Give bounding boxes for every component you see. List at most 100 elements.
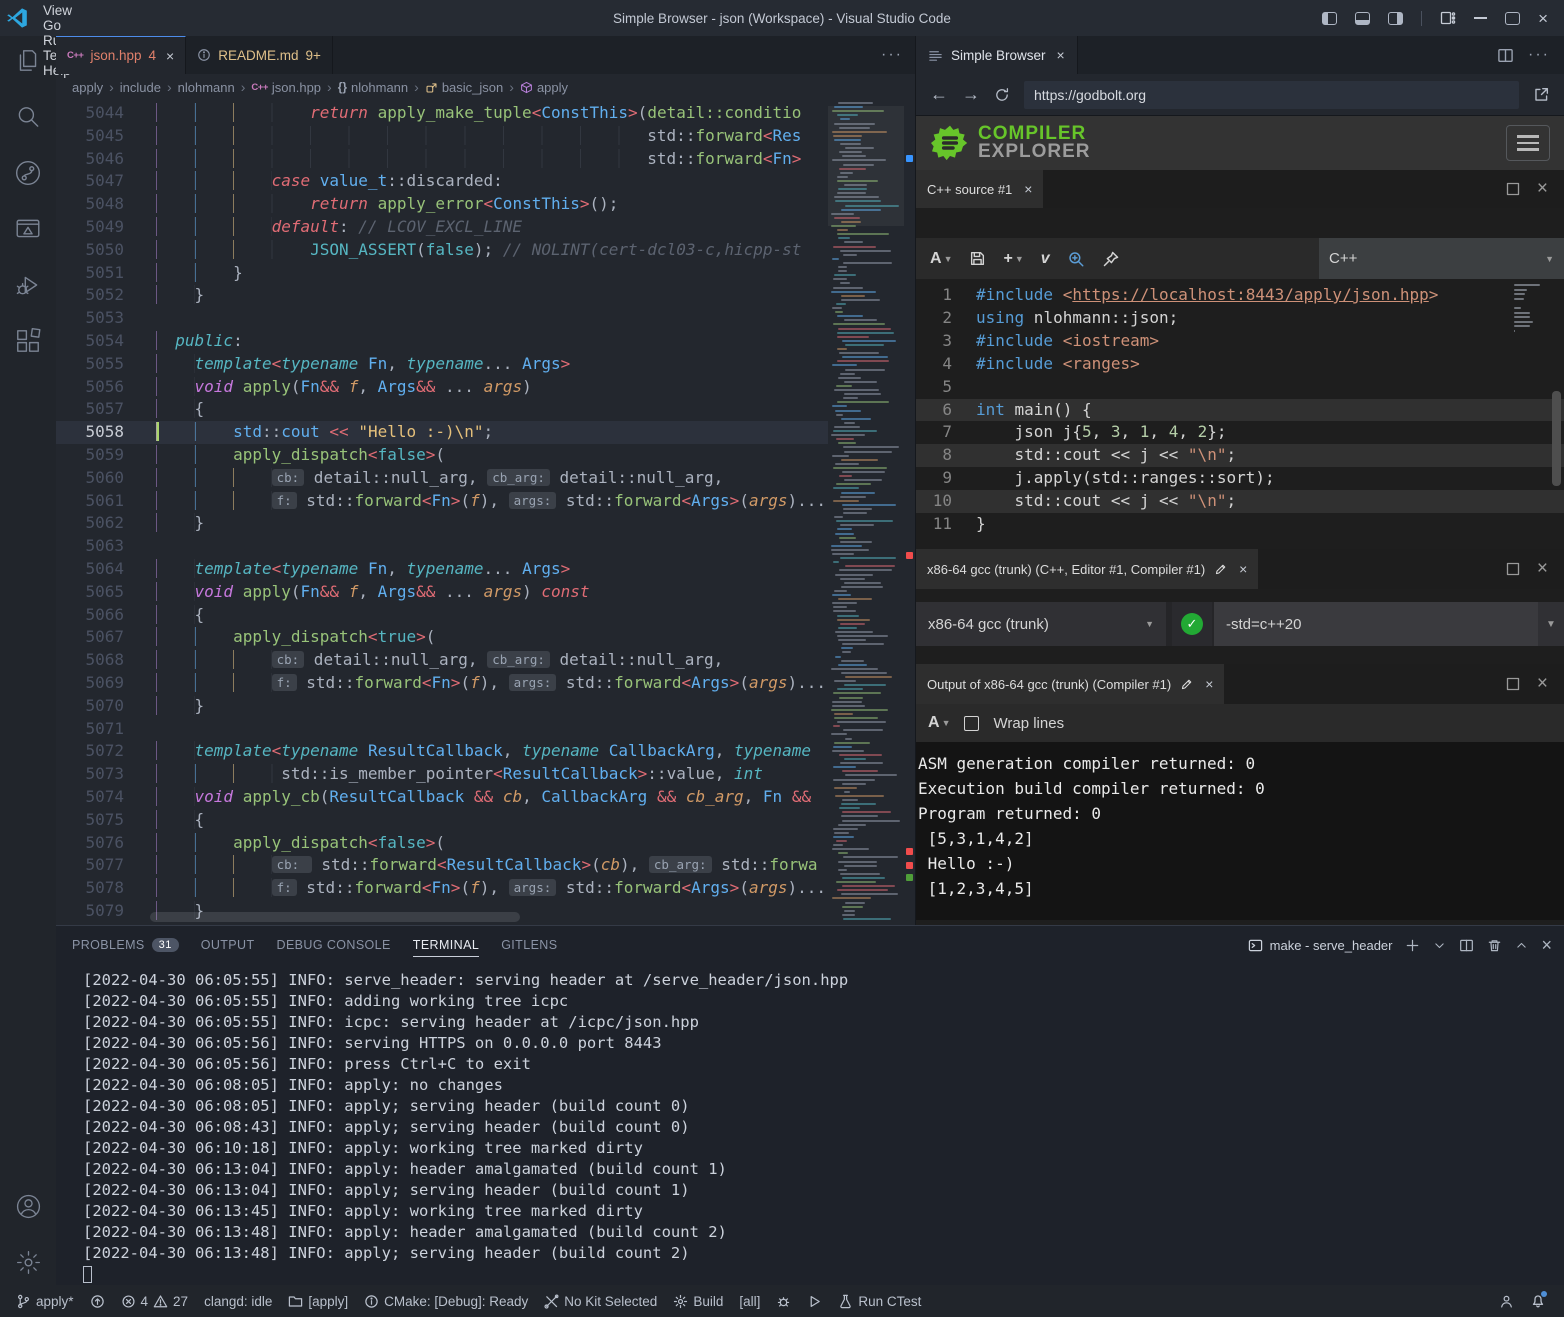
ce-logo[interactable]: COMPILER EXPLORER bbox=[930, 123, 1091, 163]
url-input[interactable]: https://godbolt.org bbox=[1024, 81, 1519, 109]
close-pane-icon[interactable]: × bbox=[1537, 673, 1548, 695]
toggle-panel-icon[interactable] bbox=[1355, 12, 1370, 25]
ce-code-line[interactable]: 1#include <https://localhost:8443/apply/… bbox=[916, 284, 1564, 307]
status-cmake-build[interactable]: Build bbox=[665, 1285, 731, 1317]
terminal-picker[interactable]: make - serve_header bbox=[1248, 938, 1393, 953]
ce-minimap[interactable] bbox=[1514, 284, 1542, 335]
split-terminal-icon[interactable] bbox=[1459, 938, 1474, 953]
browser-scrollbar[interactable] bbox=[1552, 391, 1561, 486]
reload-icon[interactable] bbox=[994, 87, 1010, 103]
status-publish[interactable] bbox=[82, 1285, 113, 1317]
terminal-dropdown-icon[interactable] bbox=[1433, 939, 1446, 952]
close-pane-icon[interactable]: × bbox=[1537, 178, 1548, 200]
ce-code-line[interactable]: 4#include <ranges> bbox=[916, 353, 1564, 376]
zoom-icon[interactable] bbox=[1067, 250, 1085, 268]
status-cmake-status[interactable]: CMake: [Debug]: Ready bbox=[356, 1285, 536, 1317]
close-icon[interactable]: × bbox=[1057, 47, 1065, 63]
rename-icon[interactable] bbox=[1180, 678, 1193, 691]
back-icon[interactable]: ← bbox=[930, 84, 948, 105]
code-line[interactable]: 5044 return apply_make_tuple<ConstThis>(… bbox=[56, 102, 915, 125]
status-feedback[interactable] bbox=[1491, 1285, 1522, 1317]
minimap[interactable] bbox=[828, 100, 904, 925]
code-line[interactable]: 5048 return apply_error<ConstThis>(); bbox=[56, 193, 915, 216]
status-run-ctest[interactable]: Run CTest bbox=[830, 1285, 929, 1317]
code-line[interactable]: 5051 } bbox=[56, 262, 915, 285]
toggle-secondary-sidebar-icon[interactable] bbox=[1388, 12, 1403, 25]
code-line[interactable]: 5069 f: std::forward<Fn>(f), args: std::… bbox=[56, 672, 915, 695]
ce-code-line[interactable]: 9 j.apply(std::ranges::sort); bbox=[916, 467, 1564, 490]
maximize-pane-icon[interactable] bbox=[1505, 561, 1521, 577]
status-git-branch[interactable]: apply* bbox=[8, 1285, 82, 1317]
panel-tab-terminal[interactable]: TERMINAL bbox=[413, 926, 479, 964]
ce-code-line[interactable]: 11} bbox=[916, 513, 1564, 536]
status-build-target[interactable]: [all] bbox=[731, 1285, 768, 1317]
code-line[interactable]: 5078 f: std::forward<Fn>(f), args: std::… bbox=[56, 877, 915, 900]
code-editor[interactable]: 5044 return apply_make_tuple<ConstThis>(… bbox=[56, 100, 915, 925]
close-icon[interactable]: × bbox=[166, 48, 174, 64]
status-problems[interactable]: 427 bbox=[113, 1285, 197, 1317]
ce-code-line[interactable]: 5 bbox=[916, 376, 1564, 399]
ce-output-tab[interactable]: Output of x86-64 gcc (trunk) (Compiler #… bbox=[916, 664, 1224, 704]
maximize-icon[interactable] bbox=[1505, 12, 1520, 25]
code-line[interactable]: 5060 cb: detail::null_arg, cb_arg: detai… bbox=[56, 467, 915, 490]
activitybar-search[interactable] bbox=[13, 102, 43, 132]
status-launch-target[interactable] bbox=[799, 1285, 830, 1317]
tab-readme.md[interactable]: README.md9+ bbox=[186, 36, 333, 74]
split-editor-icon[interactable] bbox=[1497, 47, 1514, 64]
close-pane-icon[interactable]: × bbox=[1537, 558, 1548, 580]
code-line[interactable]: 5046 std::forward<Fn> bbox=[56, 148, 915, 171]
code-line[interactable]: 5072 template<typename ResultCallback, t… bbox=[56, 740, 915, 763]
code-line[interactable]: 5066 { bbox=[56, 604, 915, 627]
code-line[interactable]: 5063 bbox=[56, 535, 915, 558]
minimize-icon[interactable] bbox=[1474, 17, 1487, 19]
ce-source-tab[interactable]: C++ source #1 × bbox=[916, 170, 1043, 208]
code-line[interactable]: 5065 void apply(Fn&& f, Args&& ... args)… bbox=[56, 581, 915, 604]
maximize-panel-icon[interactable] bbox=[1515, 939, 1528, 952]
ce-code-line[interactable]: 2using nlohmann::json; bbox=[916, 307, 1564, 330]
code-line[interactable]: 5074 void apply_cb(ResultCallback && cb,… bbox=[56, 786, 915, 809]
ce-code-line[interactable]: 3#include <iostream> bbox=[916, 330, 1564, 353]
code-line[interactable]: 5073 std::is_member_pointer<ResultCallba… bbox=[56, 763, 915, 786]
vim-toggle-button[interactable]: v bbox=[1041, 250, 1050, 268]
code-line[interactable]: 5053 bbox=[56, 307, 915, 330]
new-terminal-icon[interactable] bbox=[1405, 938, 1420, 953]
code-line[interactable]: 5056 void apply(Fn&& f, Args&& ... args) bbox=[56, 376, 915, 399]
code-line[interactable]: 5077 cb: std::forward<ResultCallback>(cb… bbox=[56, 854, 915, 877]
activitybar-settings[interactable] bbox=[13, 1247, 43, 1277]
rename-icon[interactable] bbox=[1214, 563, 1227, 576]
breadcrumb-item-nlohmann[interactable]: nlohmann bbox=[178, 80, 235, 95]
breadcrumb-item-include[interactable]: include bbox=[120, 80, 161, 95]
status-clangd-status[interactable]: clangd: idle bbox=[196, 1285, 280, 1317]
panel-tab-problems[interactable]: PROBLEMS31 bbox=[72, 926, 179, 964]
close-icon[interactable]: × bbox=[1024, 181, 1032, 197]
close-icon[interactable]: × bbox=[1239, 561, 1247, 577]
panel-tab-gitlens[interactable]: GITLENS bbox=[501, 926, 557, 964]
tab-json.hpp[interactable]: C++json.hpp4× bbox=[56, 36, 186, 74]
panel-tab-output[interactable]: OUTPUT bbox=[201, 926, 255, 964]
code-line[interactable]: 5059 apply_dispatch<false>( bbox=[56, 444, 915, 467]
breadcrumb-item-apply[interactable]: apply bbox=[72, 80, 103, 95]
status-notifications[interactable] bbox=[1522, 1285, 1554, 1317]
code-line[interactable]: 5071 bbox=[56, 718, 915, 741]
maximize-pane-icon[interactable] bbox=[1505, 181, 1521, 197]
code-line[interactable]: 5067 apply_dispatch<true>( bbox=[56, 626, 915, 649]
activitybar-extensions[interactable] bbox=[13, 326, 43, 356]
language-select[interactable]: C++ ▼ bbox=[1319, 238, 1564, 279]
menu-go[interactable]: Go bbox=[34, 18, 108, 33]
options-dropdown-icon[interactable]: ▼ bbox=[1538, 602, 1564, 646]
breadcrumb-item-basic_json[interactable]: basic_json bbox=[425, 80, 503, 95]
code-line[interactable]: 5047 case value_t::discarded: bbox=[56, 170, 915, 193]
open-external-icon[interactable] bbox=[1533, 86, 1550, 103]
menu-view[interactable]: View bbox=[34, 3, 108, 18]
tab-simple-browser[interactable]: Simple Browser × bbox=[916, 36, 1078, 74]
code-line[interactable]: 5061 f: std::forward<Fn>(f), args: std::… bbox=[56, 490, 915, 513]
close-window-icon[interactable]: × bbox=[1538, 10, 1548, 27]
save-icon[interactable] bbox=[969, 250, 986, 267]
ce-compiler-tab[interactable]: x86-64 gcc (trunk) (C++, Editor #1, Comp… bbox=[916, 549, 1258, 589]
activitybar-account[interactable] bbox=[13, 1191, 43, 1221]
code-line[interactable]: 5057 { bbox=[56, 398, 915, 421]
code-line[interactable]: 5052 } bbox=[56, 284, 915, 307]
add-pane-button[interactable]: +▼ bbox=[1003, 250, 1023, 268]
horizontal-scrollbar[interactable] bbox=[150, 912, 520, 922]
more-actions-icon[interactable]: ··· bbox=[1528, 46, 1550, 64]
